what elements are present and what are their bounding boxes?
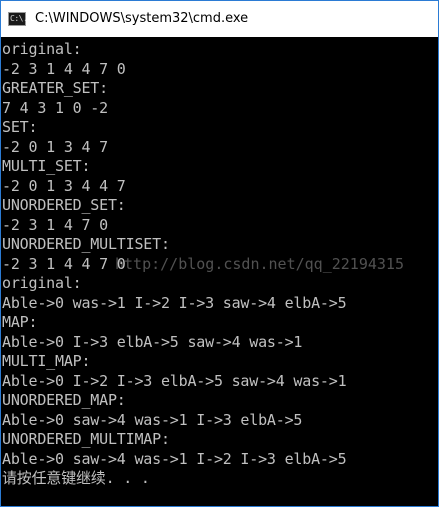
console-line: -2 3 1 4 4 7 0 — [2, 254, 126, 273]
blog-watermark: http://blog.csdn.net/qq_22194315 — [115, 255, 404, 273]
console-line: GREATER_SET: — [2, 79, 108, 97]
console-line: UNORDERED_MULTISET: — [2, 235, 170, 253]
console-line: -2 3 1 4 4 7 0 — [2, 59, 126, 78]
console-line: Able->0 was->1 I->2 I->3 saw->4 elbA->5 — [2, 293, 347, 312]
window-title: C:\WINDOWS\system32\cmd.exe — [35, 11, 249, 26]
console-line: original: — [2, 274, 82, 292]
cmd-window: C:\. C:\WINDOWS\system32\cmd.exe origina… — [0, 0, 439, 507]
console-line: Able->0 saw->4 was->1 I->2 I->3 elbA->5 — [2, 449, 347, 468]
console-line: MAP: — [2, 313, 38, 331]
console-line: MULTI_SET: — [2, 157, 91, 175]
console-line: Able->0 I->2 I->3 elbA->5 saw->4 was->1 — [2, 371, 347, 390]
cmd-icon-glyph: C:\. — [10, 14, 28, 23]
console-line: UNORDERED_MAP: — [2, 391, 126, 409]
console-line: -2 0 1 3 4 7 — [2, 137, 108, 156]
console-output[interactable]: original: -2 3 1 4 4 7 0 GREATER_SET: 7 … — [1, 38, 438, 506]
console-line: Able->0 saw->4 was->1 I->3 elbA->5 — [2, 410, 303, 429]
console-line: -2 0 1 3 4 4 7 — [2, 176, 126, 195]
cmd-app-icon[interactable]: C:\. — [8, 12, 28, 26]
console-line: SET: — [2, 118, 38, 136]
title-bar[interactable]: C:\. C:\WINDOWS\system32\cmd.exe — [1, 1, 438, 37]
console-line: UNORDERED_SET: — [2, 196, 126, 214]
console-line: Able->0 I->3 elbA->5 saw->4 was->1 — [2, 332, 303, 351]
console-line: UNORDERED_MULTIMAP: — [2, 430, 170, 448]
console-line: original: — [2, 40, 82, 58]
console-line: MULTI_MAP: — [2, 352, 91, 370]
console-line: -2 3 1 4 7 0 — [2, 215, 108, 234]
console-line: 请按任意键继续. . . — [2, 469, 150, 487]
console-line: 7 4 3 1 0 -2 — [2, 98, 108, 117]
